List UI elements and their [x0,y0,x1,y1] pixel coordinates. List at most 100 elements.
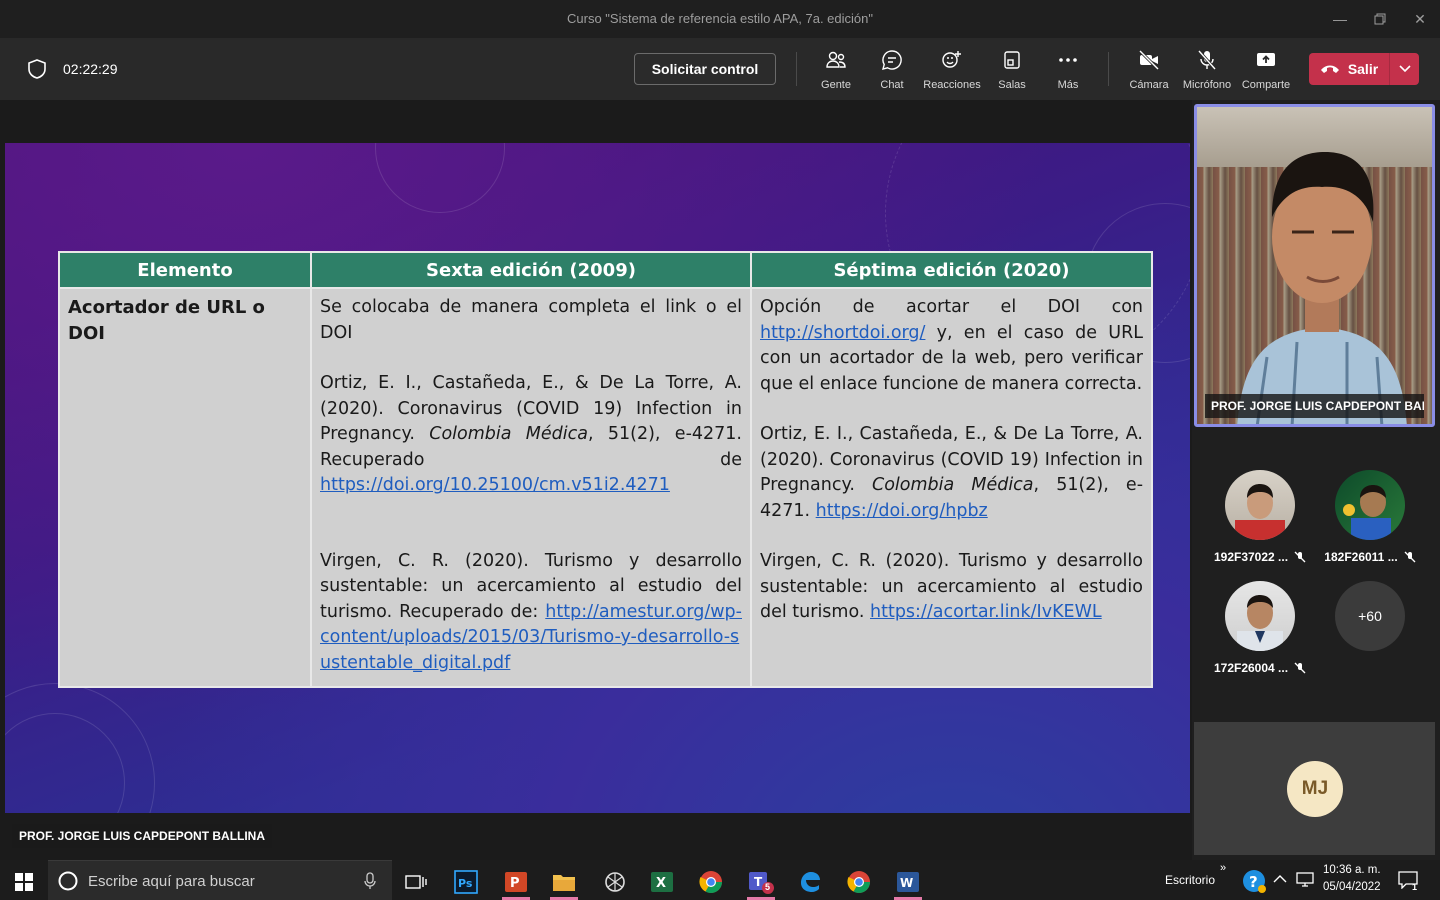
more-icon [1059,58,1077,62]
camera-off-icon [1138,49,1160,71]
clock-time[interactable]: 10:36 a. m. [1323,864,1381,876]
minimize-icon[interactable]: — [1320,6,1360,32]
presenter-video-tile[interactable]: PROF. JORGE LUIS CAPDEPONT BALL... [1194,104,1435,427]
toolbar-expand-icon[interactable]: » [1220,862,1226,874]
mic-off-icon [1404,551,1416,563]
request-control-button[interactable]: Solicitar control [634,53,776,85]
leave-button-group: Salir [1309,53,1419,85]
participant-avatar [1225,581,1295,651]
task-view-icon [405,875,427,889]
app-icon[interactable] [595,864,635,900]
task-view-button[interactable] [396,864,436,900]
excel-app[interactable]: X [642,864,682,900]
rooms-button[interactable]: Salas [980,48,1044,94]
taskbar-search-box[interactable]: Escribe aquí para buscar [48,860,392,900]
chrome-icon [699,871,722,893]
microphone-icon[interactable] [364,872,376,890]
folder-icon [553,875,575,891]
network-icon[interactable] [1296,872,1314,888]
svg-text:X: X [656,876,666,891]
windows-start-button[interactable] [4,864,44,900]
more-button[interactable]: Más [1036,48,1100,94]
svg-text:Ps: Ps [458,877,473,890]
title-bar: Curso "Sistema de referencia estilo APA,… [0,0,1440,38]
doi-link-long[interactable]: https://doi.org/10.25100/cm.v51i2.4271 [320,475,670,495]
participant-tile[interactable]: 182F26011 ... [1320,470,1420,564]
table-header-row: Elemento Sexta edición (2009) Séptima ed… [58,251,1153,289]
seventh-edition-cell: Opción de acortar el DOI con http://shor… [750,287,1153,688]
notification-count: 1 [1412,882,1418,892]
table-row: Acortador de URL o DOI Se colocaba de ma… [58,287,1153,688]
participant-avatar [1225,470,1295,540]
more-participants-button[interactable]: +60 [1320,581,1420,651]
presenter-name-tag: PROF. JORGE LUIS CAPDEPONT BALLINA [12,824,273,848]
photoshop-app[interactable]: Ps [446,864,486,900]
divider [1108,52,1109,86]
svg-text:W: W [900,876,913,890]
hang-up-icon [1320,65,1339,73]
mic-off-icon [1294,551,1306,563]
chrome-app[interactable] [691,864,731,900]
chrome-icon [847,871,870,893]
chevron-down-icon [1398,65,1411,73]
reactions-button[interactable]: Reacciones [920,48,984,94]
windows-logo-icon [15,873,33,891]
app-circle-icon [605,872,625,892]
apa-comparison-table: Elemento Sexta edición (2009) Séptima ed… [58,251,1153,688]
url-link-short[interactable]: https://acortar.link/IvKEWL [870,602,1102,622]
mic-button[interactable]: Micrófono [1175,48,1239,94]
chat-icon [882,50,902,70]
photoshop-icon: Ps [454,870,478,894]
window-title: Curso "Sistema de referencia estilo APA,… [567,11,873,26]
header-element: Elemento [58,251,312,289]
self-view-tile[interactable]: MJ [1194,722,1435,855]
close-icon[interactable]: ✕ [1400,6,1440,32]
teams-badge: 5 [765,882,771,892]
edge-app[interactable] [790,864,830,900]
shortdoi-link[interactable]: http://shortdoi.org/ [760,323,925,343]
shared-slide: Elemento Sexta edición (2009) Séptima ed… [5,143,1190,813]
share-button[interactable]: Comparte [1234,48,1298,94]
share-screen-icon [1257,53,1275,66]
excel-icon: X [651,872,673,892]
desktop-toolbar[interactable]: Escritorio [1165,873,1215,887]
camera-button[interactable]: Cámara [1117,48,1181,94]
meeting-timer: 02:22:29 [63,61,118,77]
self-avatar: MJ [1287,761,1343,817]
restore-icon[interactable] [1360,6,1400,32]
divider [796,52,797,86]
teams-app[interactable]: T 5 [741,864,781,900]
participant-tile[interactable]: 172F26004 ... [1210,581,1310,675]
presenter-video-frame [1237,152,1407,424]
word-app[interactable]: W [888,864,928,900]
chevron-up-icon[interactable] [1273,874,1287,884]
search-placeholder: Escribe aquí para buscar [88,873,255,890]
chat-button[interactable]: Chat [860,48,924,94]
svg-text:T: T [754,875,763,889]
sixth-ref-2: Virgen, C. R. (2020). Turismo y desarrol… [320,550,742,673]
powerpoint-app[interactable]: P [496,864,536,900]
reactions-icon [942,51,961,68]
participant-avatar [1335,470,1405,540]
windows-taskbar: Escribe aquí para buscar Ps P X T 5 W Es… [0,860,1440,900]
leave-button[interactable]: Salir [1309,53,1389,85]
help-icon[interactable]: ? [1242,869,1266,893]
meeting-toolbar: 02:22:29 Solicitar control Gente Chat Re… [0,38,1440,100]
participant-tile[interactable]: 192F37022 ... [1210,470,1310,564]
shield-icon [28,59,46,79]
header-seventh-edition: Séptima edición (2020) [750,251,1153,289]
leave-options-dropdown[interactable] [1389,53,1419,85]
people-button[interactable]: Gente [804,48,868,94]
doi-link-short[interactable]: https://doi.org/hpbz [816,501,988,521]
mic-off-icon [1197,50,1217,70]
seventh-ref-2: Virgen, C. R. (2020). Turismo y desarrol… [760,551,1143,622]
powerpoint-icon: P [505,872,527,892]
edge-icon [801,872,820,892]
clock-date[interactable]: 05/04/2022 [1323,881,1381,893]
mic-off-icon [1294,662,1306,674]
file-explorer-app[interactable] [544,864,584,900]
sixth-ref-1: Ortiz, E. I., Castañeda, E., & De La Tor… [320,373,742,495]
people-icon [826,51,846,68]
chrome-app[interactable] [839,864,879,900]
breakout-rooms-icon [1004,51,1020,69]
